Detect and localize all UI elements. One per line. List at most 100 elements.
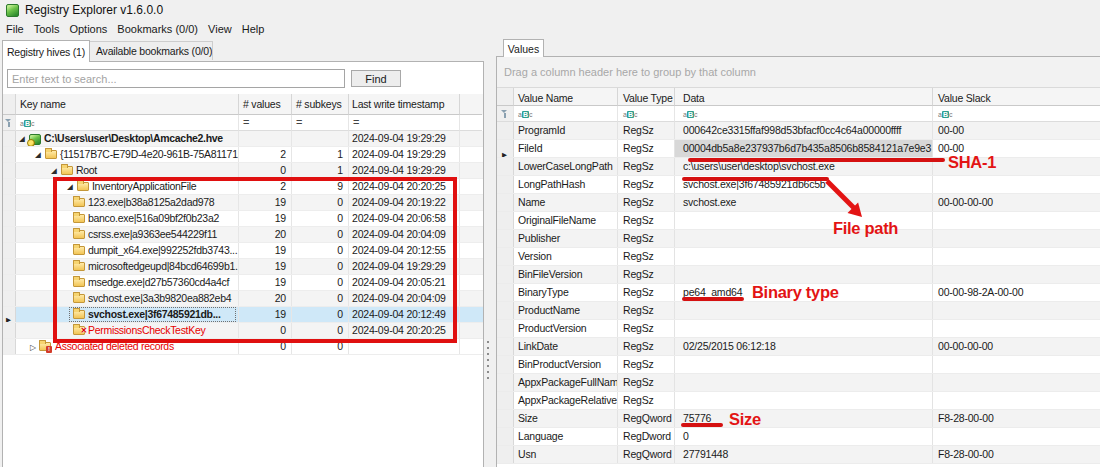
text-filter-icon: aBc <box>623 110 637 119</box>
value-name: ProductName <box>514 302 618 319</box>
annotation-red-box <box>53 177 457 343</box>
text-filter-icon: aBc <box>683 110 697 119</box>
value-data <box>675 356 933 373</box>
tree-header-last-write[interactable]: Last write timestamp <box>349 94 460 115</box>
value-slack: 00-00-00-00 <box>933 338 1100 355</box>
values-row[interactable]: LinkDateRegSz02/25/2015 06:12:1800-00-00… <box>497 338 1100 356</box>
window-title: Registry Explorer v1.6.0.0 <box>25 3 163 17</box>
values-row[interactable]: OriginalFileNameRegSz <box>497 212 1100 230</box>
value-data <box>675 392 933 409</box>
collapsed-arrow-icon[interactable]: ▷ <box>30 343 36 352</box>
value-slack <box>933 428 1100 445</box>
values-row[interactable]: UsnRegQword27791448F8-28-00-00 <box>497 446 1100 464</box>
values-panel: Drag a column header here to group by th… <box>496 56 1100 467</box>
values-row[interactable]: ▶FileIdRegSz00004db5a8e237937b6d7b435a85… <box>497 140 1100 158</box>
values-row[interactable]: VersionRegSz <box>497 248 1100 266</box>
tree-header-indicator <box>3 94 16 115</box>
value-name: BinFileVersion <box>514 266 618 283</box>
values-row[interactable]: ProductVersionRegSz <box>497 320 1100 338</box>
values-header-name[interactable]: Value Name <box>514 88 618 106</box>
values-row[interactable]: LanguageRegDword0 <box>497 428 1100 446</box>
value-name: BinProductVersion <box>514 356 618 373</box>
value-type: RegSz <box>618 338 675 355</box>
value-type: RegSz <box>618 356 675 373</box>
expanded-arrow-icon[interactable]: ◢ <box>51 167 57 175</box>
search-input[interactable] <box>7 69 345 88</box>
num-subkeys: 1 <box>292 163 349 178</box>
values-row[interactable]: NameRegSzsvchost.exe00-00-00-00 <box>497 194 1100 212</box>
key-name[interactable]: C:\Users\user\Desktop\Amcache2.hve <box>44 131 223 146</box>
annotation-binarytype-label: Binary type <box>752 283 839 302</box>
tree-row[interactable]: ◢C:\Users\user\Desktop\Amcache2.hve2024-… <box>3 131 483 147</box>
value-data: 000642ce3315ffaf998d53bfacf0cc4c64a00000… <box>675 122 933 139</box>
value-name: Name <box>514 194 618 211</box>
annotation-sha1-label: SHA-1 <box>948 153 996 172</box>
tree-header-num-values[interactable]: # values <box>239 94 292 115</box>
tab-available-bookmarks[interactable]: Available bookmarks (0/0) <box>90 41 213 60</box>
tree-header-num-subkeys[interactable]: # subkeys <box>292 94 349 115</box>
value-slack: 00-00 <box>933 122 1100 139</box>
expanded-arrow-icon[interactable]: ◢ <box>19 135 25 143</box>
find-button[interactable]: Find <box>351 70 401 87</box>
tab-values[interactable]: Values <box>503 39 544 57</box>
value-name: Language <box>514 428 618 445</box>
value-slack: F8-28-00-00 <box>933 446 1100 463</box>
values-row[interactable]: AppxPackageFullNameRegSz <box>497 374 1100 392</box>
menu-options[interactable]: Options <box>64 21 112 37</box>
value-data <box>675 320 933 337</box>
values-row[interactable]: ProductNameRegSz <box>497 302 1100 320</box>
value-type: RegSz <box>618 140 675 157</box>
menu-bookmarks[interactable]: Bookmarks (0/0) <box>112 21 203 37</box>
text-filter-icon: aBc <box>518 110 532 119</box>
value-data: svchost.exe <box>675 194 933 211</box>
num-subkeys: 1 <box>292 147 349 162</box>
annotation-underline-filepath <box>682 177 829 181</box>
values-header-type[interactable]: Value Type <box>618 88 675 106</box>
value-type: RegSz <box>618 194 675 211</box>
annotation-underline-binarytype <box>682 297 744 301</box>
menu-help[interactable]: Help <box>237 21 270 37</box>
value-type: RegSz <box>618 230 675 247</box>
menu-file[interactable]: File <box>1 21 29 37</box>
values-row[interactable]: PublisherRegSz <box>497 230 1100 248</box>
equals-filter-icon: = <box>243 116 249 128</box>
values-filter-row: aBc aBc aBc aBc <box>497 106 1100 122</box>
menu-tools[interactable]: Tools <box>29 21 65 37</box>
values-row[interactable]: BinFileVersionRegSz <box>497 266 1100 284</box>
app-icon <box>6 4 19 17</box>
value-slack <box>933 176 1100 193</box>
values-row[interactable]: ProgramIdRegSz000642ce3315ffaf998d53bfac… <box>497 122 1100 140</box>
value-data <box>675 374 933 391</box>
value-name: AppxPackageRelativeId <box>514 392 618 409</box>
equals-filter-icon: = <box>296 116 302 128</box>
values-header-slack[interactable]: Value Slack <box>933 88 1100 106</box>
key-name[interactable]: Root <box>76 163 97 178</box>
folder-warning-icon <box>39 342 51 351</box>
filter-funnel-icon <box>501 109 510 119</box>
value-data: 27791448 <box>675 446 933 463</box>
value-type: RegQword <box>618 446 675 463</box>
key-name[interactable]: {11517B7C-E79D-4e20-961B-75A811715... <box>60 147 239 162</box>
value-slack <box>933 266 1100 283</box>
value-name: OriginalFileName <box>514 212 618 229</box>
expanded-arrow-icon[interactable]: ◢ <box>35 151 41 159</box>
value-data: 0 <box>675 428 933 445</box>
num-values: 0 <box>239 163 292 178</box>
menu-view[interactable]: View <box>203 21 237 37</box>
values-row[interactable]: BinProductVersionRegSz <box>497 356 1100 374</box>
panel-splitter[interactable] <box>487 339 489 383</box>
annotation-underline-sha1 <box>688 158 945 162</box>
values-header-data[interactable]: Data <box>675 88 933 106</box>
value-slack: 00-00-00-00 <box>933 194 1100 211</box>
tree-header-key-name[interactable]: Key name <box>16 94 239 115</box>
values-header: Value Name Value Type Data Value Slack <box>497 88 1100 106</box>
value-type: RegSz <box>618 158 675 175</box>
value-name: AppxPackageFullName <box>514 374 618 391</box>
tree-filter-row: aBc = = = <box>3 115 483 131</box>
values-row[interactable]: AppxPackageRelativeIdRegSz <box>497 392 1100 410</box>
values-row[interactable]: SizeRegQword75776F8-28-00-00 <box>497 410 1100 428</box>
value-name: Publisher <box>514 230 618 247</box>
value-slack <box>933 212 1100 229</box>
tab-registry-hives[interactable]: Registry hives (1) <box>2 40 90 62</box>
tree-row[interactable]: ◢{11517B7C-E79D-4e20-961B-75A811715...21… <box>3 147 483 163</box>
